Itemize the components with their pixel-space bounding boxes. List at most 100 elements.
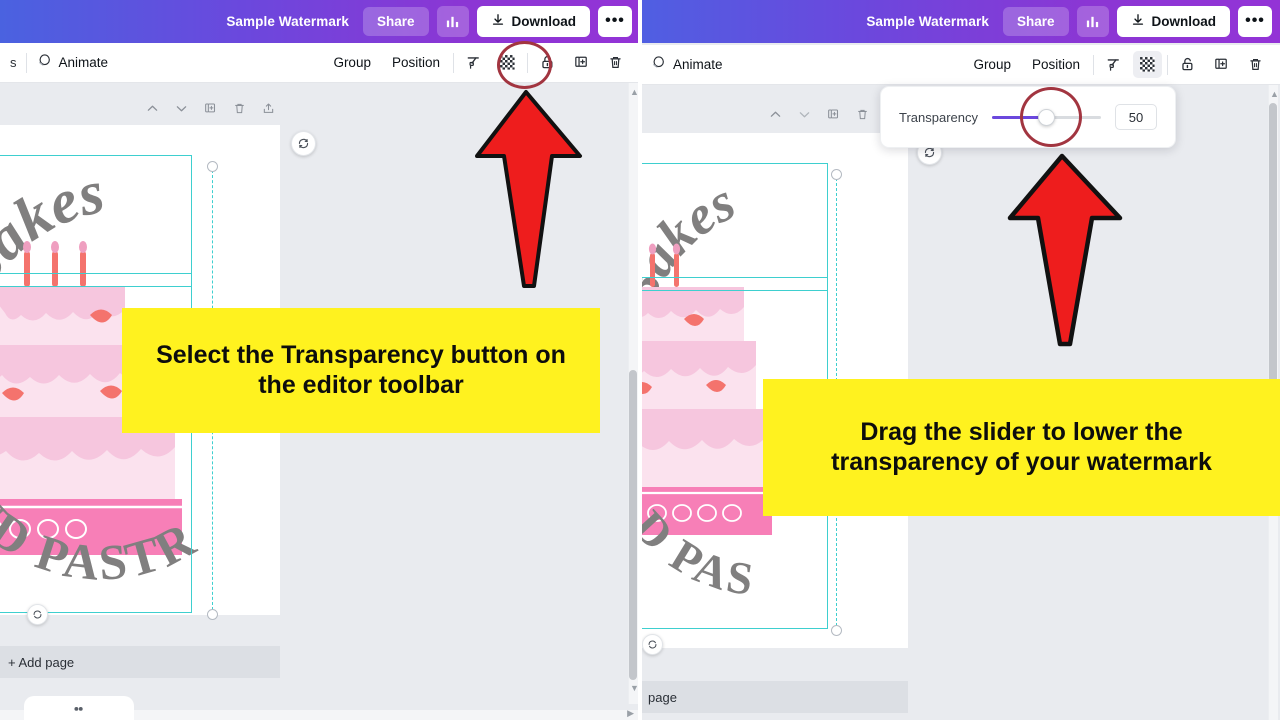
transparency-value-field[interactable]: 50 [1115,104,1157,130]
add-page-label-right: page [648,689,677,705]
bar-chart-icon[interactable] [436,6,469,37]
download-icon-glyph [492,14,503,25]
animate-icon-glyph [38,54,50,66]
selection-handle-bottom-left[interactable] [207,609,218,620]
page-rotate-handle-left[interactable] [27,604,48,625]
selection-handle-top-left[interactable] [207,161,218,172]
animate-label-right: Animate [673,57,723,72]
delete-page-icon[interactable] [855,107,870,127]
bar-chart-icon-glyph [1086,16,1099,28]
transparency-icon[interactable] [1133,51,1162,78]
chevron-up-glyph [770,111,781,117]
position-button-left[interactable]: Position [384,50,448,75]
panel-after: Sample Watermark Share Download ••• Anim… [640,0,1280,720]
duplicate-page-icon[interactable] [203,101,218,121]
more-options-button-right[interactable]: ••• [1238,6,1272,37]
download-button-left[interactable]: Download [476,6,590,37]
rotate-icon [298,138,309,149]
status-glyph-left [74,706,83,711]
download-button-label-right: Download [1151,14,1217,29]
bar-chart-icon[interactable] [1076,6,1109,37]
group-button-right[interactable]: Group [965,52,1019,77]
add-page-label-left: + Add page [8,654,75,670]
callout-box-left: Select the Transparency button on the ed… [122,308,600,433]
color-picker-icon[interactable] [459,49,488,76]
duplicate-icon-glyph [1215,58,1227,69]
trash-icon-glyph [1250,58,1261,71]
delete-page-icon[interactable] [232,101,247,121]
panel-before: Sample Watermark Share Download ••• s An… [0,0,640,720]
delete-page-glyph [235,103,244,114]
bar-chart-icon-glyph [446,16,459,28]
chevron-up-glyph [147,105,158,111]
rotate-icon-small [648,640,657,649]
animate-button-right[interactable]: Animate [650,55,723,74]
red-up-arrow-glyph [1007,153,1123,347]
scroll-right-arrow[interactable]: ▶ [627,708,634,719]
canvas-scroll-thumb-right[interactable] [1269,103,1277,393]
app-header-left: Sample Watermark Share Download ••• [0,0,640,43]
toolbar-divider-r2 [1167,54,1168,75]
chevron-down-icon[interactable] [797,107,812,127]
share-page-glyph [263,103,274,113]
duplicate-icon[interactable] [567,49,596,76]
rotate-handle-left[interactable] [291,131,316,156]
rotate-icon-small [33,610,42,619]
color-picker-icon-glyph [1107,59,1119,71]
trash-icon-glyph [610,56,621,69]
page-rotate-handle-right[interactable] [642,634,663,655]
more-options-button-left[interactable]: ••• [598,6,632,37]
highlight-ellipse-transparency-button [497,41,552,89]
position-button-right[interactable]: Position [1024,52,1088,77]
lock-icon[interactable] [1173,51,1202,78]
share-button-left[interactable]: Share [362,7,429,36]
toolbar-divider-r1 [1093,54,1094,75]
color-picker-icon[interactable] [1099,51,1128,78]
duplicate-icon-glyph [575,56,587,67]
animate-icon [36,53,52,72]
add-page-button-right[interactable]: page [640,681,908,713]
animate-icon-glyph [652,56,664,68]
selection-handle-top-right[interactable] [831,169,842,180]
toolbar-divider-2 [453,52,454,73]
scroll-up-arrow[interactable]: ▲ [1270,89,1279,99]
duplicate-page-glyph [205,103,216,113]
editor-toolbar-right: Animate Group Position [640,45,1280,85]
chevron-down-icon[interactable] [174,101,189,121]
toolbar-truncated-label-left: s [10,55,17,70]
share-button-right[interactable]: Share [1002,7,1069,36]
page-tools-left [145,101,276,121]
tutorial-comparison-screenshot: Sample Watermark Share Download ••• s An… [0,0,1280,720]
transparency-label: Transparency [899,109,978,125]
canvas-scroll-thumb-left[interactable] [629,370,637,680]
duplicate-page-icon[interactable] [826,107,841,127]
selection-box-text-left [0,155,192,287]
panel-divider [638,0,642,720]
group-button-left[interactable]: Group [325,50,379,75]
download-button-label-left: Download [511,14,577,29]
animate-button-left[interactable]: Animate [36,53,109,72]
highlight-ellipse-transparency-slider [1020,87,1082,147]
download-icon [491,13,505,30]
trash-icon[interactable] [1241,51,1270,78]
chevron-up-icon[interactable] [768,107,783,127]
chevron-down-glyph [176,106,187,112]
chevron-down-glyph [799,112,810,118]
selection-handle-bottom-right[interactable] [831,625,842,636]
callout-box-right: Drag the slider to lower the transparenc… [763,379,1280,516]
red-up-arrow-glyph [475,90,582,288]
color-picker-icon-glyph [467,57,479,69]
add-page-button-left[interactable]: + Add page [0,646,280,678]
download-button-right[interactable]: Download [1116,6,1230,37]
animate-icon [650,55,666,74]
selection-box-text-right [640,163,828,291]
share-page-icon[interactable] [261,101,276,121]
duplicate-icon[interactable] [1207,51,1236,78]
trash-icon[interactable] [601,49,630,76]
animate-label-left: Animate [58,55,109,70]
app-header-right: Sample Watermark Share Download ••• [640,0,1280,43]
page-tools-right [768,107,870,127]
chevron-up-icon[interactable] [145,101,160,121]
annotation-arrow-right [998,150,1130,348]
download-icon [1131,13,1145,30]
